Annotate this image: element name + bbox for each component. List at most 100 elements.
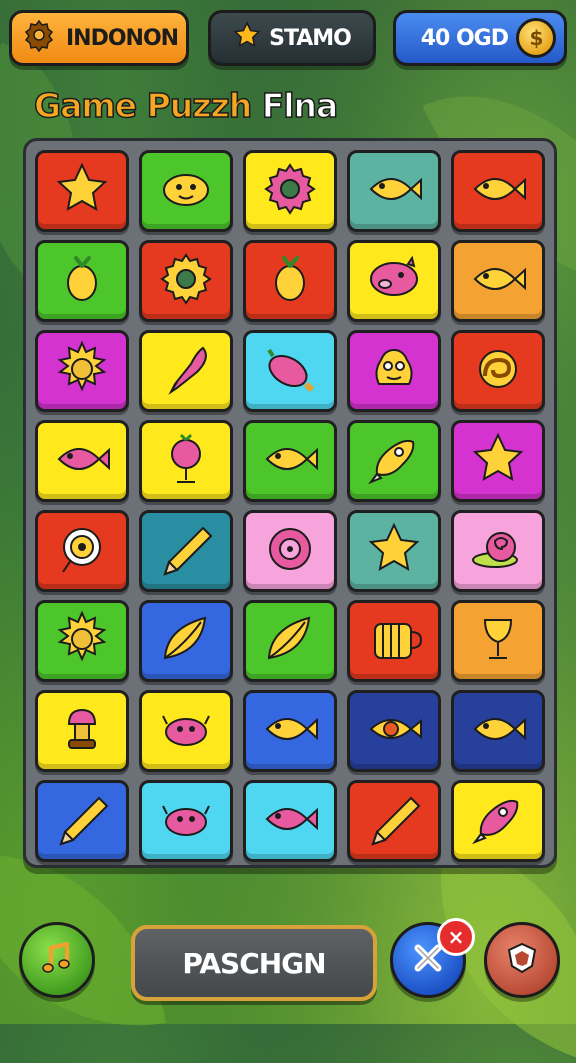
board-tile[interactable] bbox=[35, 240, 129, 322]
record-icon bbox=[259, 520, 321, 582]
hud-right-button[interactable]: 40 OGD $ bbox=[393, 10, 567, 66]
board-tile[interactable] bbox=[347, 150, 441, 232]
hud-middle-button[interactable]: STAMO bbox=[208, 10, 376, 66]
board-tile[interactable] bbox=[451, 780, 545, 862]
coin-icon: $ bbox=[516, 18, 556, 58]
board-tile[interactable] bbox=[243, 240, 337, 322]
lamp-icon bbox=[51, 700, 113, 762]
board-tile[interactable] bbox=[451, 510, 545, 592]
pencil-icon bbox=[155, 520, 217, 582]
main-action-label: PASCHGN bbox=[182, 946, 326, 980]
settings-button[interactable] bbox=[484, 922, 560, 998]
shield-icon bbox=[502, 938, 542, 982]
board-tile[interactable] bbox=[243, 600, 337, 682]
star-icon bbox=[51, 160, 113, 222]
coil-icon bbox=[467, 340, 529, 402]
sun-icon bbox=[51, 610, 113, 672]
berry-icon bbox=[51, 250, 113, 312]
title-part-1: Game Puzzh bbox=[33, 85, 253, 126]
board-tile[interactable] bbox=[35, 600, 129, 682]
close-badge[interactable]: × bbox=[437, 918, 475, 956]
fish-icon bbox=[259, 430, 321, 492]
board-tile[interactable] bbox=[451, 600, 545, 682]
fish-icon bbox=[467, 700, 529, 762]
leaf-icon bbox=[259, 610, 321, 672]
target-icon bbox=[51, 520, 113, 582]
hud-left-button[interactable]: INDONON bbox=[9, 10, 189, 66]
music-note-icon bbox=[37, 938, 77, 982]
leaf-icon bbox=[155, 610, 217, 672]
board-tile[interactable] bbox=[347, 600, 441, 682]
monster-icon bbox=[363, 340, 425, 402]
hud-left-label: INDONON bbox=[66, 25, 179, 51]
board-tile[interactable] bbox=[451, 690, 545, 772]
board-tile[interactable] bbox=[243, 420, 337, 502]
board-tile[interactable] bbox=[451, 240, 545, 322]
board-tile[interactable] bbox=[139, 240, 233, 322]
pig-creature-icon bbox=[363, 250, 425, 312]
coins-label: 40 OGD bbox=[420, 25, 509, 51]
berry-stand-icon bbox=[155, 430, 217, 492]
board-tile[interactable] bbox=[35, 780, 129, 862]
rocket-icon bbox=[467, 790, 529, 852]
board-tile[interactable] bbox=[451, 330, 545, 412]
board-tile[interactable] bbox=[347, 510, 441, 592]
blob-creature-icon bbox=[155, 160, 217, 222]
fish-icon bbox=[259, 790, 321, 852]
board-tile[interactable] bbox=[243, 510, 337, 592]
star-icon bbox=[363, 520, 425, 582]
gear-icon bbox=[22, 18, 56, 58]
sun-icon bbox=[51, 340, 113, 402]
board-tile[interactable] bbox=[139, 510, 233, 592]
close-icon: × bbox=[447, 925, 465, 949]
hud-middle-label: STAMO bbox=[269, 25, 352, 51]
board-tile[interactable] bbox=[35, 690, 129, 772]
fish-icon bbox=[363, 160, 425, 222]
board-tile[interactable] bbox=[347, 330, 441, 412]
board-tile[interactable] bbox=[243, 780, 337, 862]
board-tile[interactable] bbox=[347, 420, 441, 502]
fish-icon bbox=[51, 430, 113, 492]
snail-icon bbox=[467, 520, 529, 582]
board-tile[interactable] bbox=[35, 420, 129, 502]
board-tile[interactable] bbox=[347, 240, 441, 322]
board-tile[interactable] bbox=[347, 690, 441, 772]
board-tile[interactable] bbox=[347, 780, 441, 862]
board-tile[interactable] bbox=[139, 780, 233, 862]
crab-icon bbox=[155, 790, 217, 852]
main-action-button[interactable]: PASCHGN bbox=[131, 925, 377, 1001]
barrel-icon bbox=[363, 610, 425, 672]
goblet-icon bbox=[467, 610, 529, 672]
board-tile[interactable] bbox=[243, 690, 337, 772]
rocket-icon bbox=[363, 430, 425, 492]
berry-icon bbox=[259, 250, 321, 312]
puzzle-board bbox=[23, 138, 557, 868]
board-tile[interactable] bbox=[35, 330, 129, 412]
star-icon bbox=[467, 430, 529, 492]
music-button[interactable] bbox=[19, 922, 95, 998]
board-tile[interactable] bbox=[35, 510, 129, 592]
gear-icon bbox=[155, 250, 217, 312]
board-tile[interactable] bbox=[139, 150, 233, 232]
board-tile[interactable] bbox=[139, 690, 233, 772]
board-tile[interactable] bbox=[243, 150, 337, 232]
pencil-icon bbox=[51, 790, 113, 852]
board-tile[interactable] bbox=[139, 600, 233, 682]
title-part-2: Flna bbox=[261, 85, 339, 126]
board-tile[interactable] bbox=[139, 330, 233, 412]
pencil-icon bbox=[363, 790, 425, 852]
board-tile[interactable] bbox=[451, 150, 545, 232]
feather-pen-icon bbox=[155, 340, 217, 402]
fish-icon bbox=[467, 160, 529, 222]
board-tile[interactable] bbox=[243, 330, 337, 412]
board-tile[interactable] bbox=[139, 420, 233, 502]
page-title: Game Puzzh Flna bbox=[33, 85, 339, 126]
eye-fish-icon bbox=[363, 700, 425, 762]
fish-icon bbox=[259, 700, 321, 762]
board-tile[interactable] bbox=[451, 420, 545, 502]
crab-icon bbox=[155, 700, 217, 762]
star-icon bbox=[233, 21, 261, 55]
fish-icon bbox=[467, 250, 529, 312]
eggplant-icon bbox=[259, 340, 321, 402]
board-tile[interactable] bbox=[35, 150, 129, 232]
